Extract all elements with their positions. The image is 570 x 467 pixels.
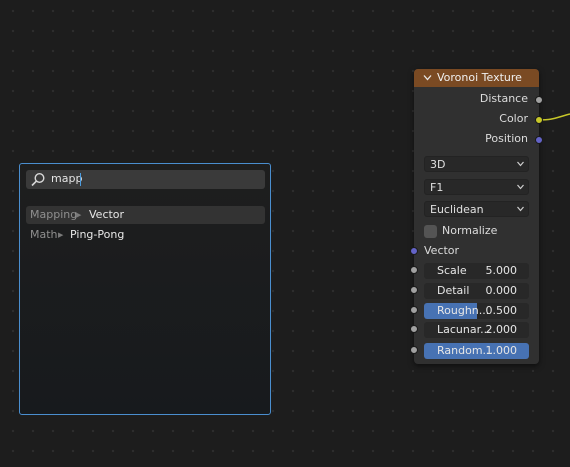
output-distance-label: Distance — [479, 92, 528, 105]
submenu-arrow-icon: ▶ — [76, 211, 82, 219]
field-value: 2.000 — [485, 323, 518, 336]
field-label: Lacunar... — [437, 323, 491, 336]
collapse-chevron-icon[interactable] — [423, 73, 432, 82]
feature-dropdown[interactable]: F1 — [424, 179, 529, 195]
field-label: Scale — [437, 264, 467, 277]
search-result-item[interactable]: Math ▶ Ping-Pong — [26, 226, 265, 244]
normalize-checkbox[interactable] — [424, 225, 437, 238]
add-node-search-popup: mapp Mapping ▶ Vector Math ▶ Ping-Pong — [19, 163, 271, 415]
field-label: Detail — [437, 284, 470, 297]
search-result-item[interactable]: Mapping ▶ Vector — [26, 206, 265, 224]
text-cursor — [80, 173, 81, 186]
submenu-arrow-icon: ▶ — [58, 231, 64, 239]
field-label: Roughn... — [437, 304, 490, 317]
output-position-socket[interactable] — [535, 136, 543, 144]
field-value: 0.000 — [485, 284, 518, 297]
field-value: 0.500 — [485, 304, 518, 317]
result-name: Ping-Pong — [70, 228, 125, 241]
result-category: Mapping — [30, 208, 78, 221]
metric-value: Euclidean — [430, 203, 484, 216]
lacunarity-field[interactable]: Lacunar... 2.000 — [424, 322, 529, 338]
voronoi-texture-node[interactable]: Voronoi Texture Distance Color Position … — [410, 69, 543, 364]
node-header[interactable]: Voronoi Texture — [414, 69, 539, 87]
input-vector-socket[interactable] — [410, 247, 418, 255]
result-name: Vector — [89, 208, 125, 221]
input-randomness-socket[interactable] — [410, 346, 418, 354]
chevron-down-icon — [517, 161, 524, 167]
output-color-socket[interactable] — [535, 116, 543, 124]
input-scale-socket[interactable] — [410, 266, 418, 274]
search-input[interactable]: mapp — [26, 170, 265, 189]
roughness-field[interactable]: Roughn... 0.500 — [424, 303, 529, 319]
normalize-label: Normalize — [442, 224, 498, 237]
chevron-down-icon — [517, 184, 524, 190]
node-title: Voronoi Texture — [437, 71, 522, 84]
output-distance-socket[interactable] — [535, 96, 543, 104]
distance-metric-dropdown[interactable]: Euclidean — [424, 201, 529, 217]
dimensions-value: 3D — [430, 158, 446, 171]
dimensions-dropdown[interactable]: 3D — [424, 156, 529, 172]
feature-value: F1 — [430, 181, 444, 194]
randomness-field[interactable]: Random... 1.000 — [424, 343, 529, 359]
vector-label: Vector — [424, 244, 460, 257]
result-category: Math — [30, 228, 58, 241]
scale-field[interactable]: Scale 5.000 — [424, 263, 529, 279]
input-detail-socket[interactable] — [410, 286, 418, 294]
chevron-down-icon — [517, 206, 524, 212]
search-query: mapp — [51, 172, 83, 185]
output-color-label: Color — [499, 112, 528, 125]
field-value: 1.000 — [485, 344, 518, 357]
search-icon — [31, 172, 45, 187]
output-position-label: Position — [485, 132, 528, 145]
input-lacunarity-socket[interactable] — [410, 325, 418, 333]
input-roughness-socket[interactable] — [410, 306, 418, 314]
field-value: 5.000 — [485, 264, 518, 277]
color-output-link — [539, 113, 570, 121]
detail-field[interactable]: Detail 0.000 — [424, 283, 529, 299]
